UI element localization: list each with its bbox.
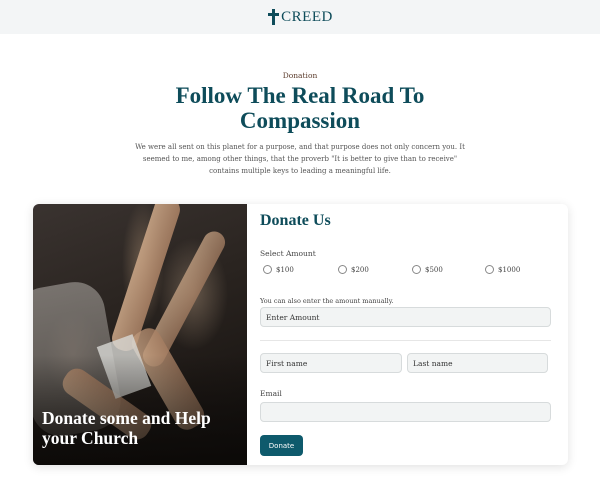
photo-caption: Donate some and Help your Church (42, 408, 211, 448)
brand-name: CREED (281, 8, 333, 25)
section-eyebrow: Donation (282, 71, 318, 80)
manual-amount-note: You can also enter the amount manually. (260, 297, 394, 305)
email-input[interactable] (260, 402, 551, 422)
amount-option-500[interactable]: $500 (412, 265, 443, 274)
last-name-input[interactable]: Last name (407, 353, 548, 373)
divider (260, 340, 551, 341)
email-label: Email (260, 389, 282, 398)
radio-icon[interactable] (412, 265, 421, 274)
radio-icon[interactable] (485, 265, 494, 274)
brand-logo[interactable]: CREED (267, 9, 333, 26)
amount-options: $100 $200 $500 $1000 (263, 265, 553, 277)
amount-option-100[interactable]: $100 (263, 265, 294, 274)
form-title: Donate Us (260, 212, 331, 229)
intro-text: We were all sent on this planet for a pu… (135, 143, 465, 175)
amount-option-1000[interactable]: $1000 (485, 265, 520, 274)
cross-icon (267, 9, 279, 25)
donation-card: Donate some and Help your Church Donate … (33, 204, 568, 465)
select-amount-label: Select Amount (260, 249, 316, 258)
praying-hands-photo: Donate some and Help your Church (33, 204, 247, 465)
amount-input[interactable]: Enter Amount (260, 307, 551, 327)
radio-icon[interactable] (338, 265, 347, 274)
donation-form: Donate Us Select Amount $100 $200 $500 $… (260, 204, 568, 465)
first-name-input[interactable]: First name (260, 353, 402, 373)
radio-icon[interactable] (263, 265, 272, 274)
amount-option-200[interactable]: $200 (338, 265, 369, 274)
page-title: Follow The Real Road To Compassion (175, 83, 425, 133)
donate-button[interactable]: Donate (260, 435, 303, 456)
top-header: CREED (0, 0, 600, 34)
